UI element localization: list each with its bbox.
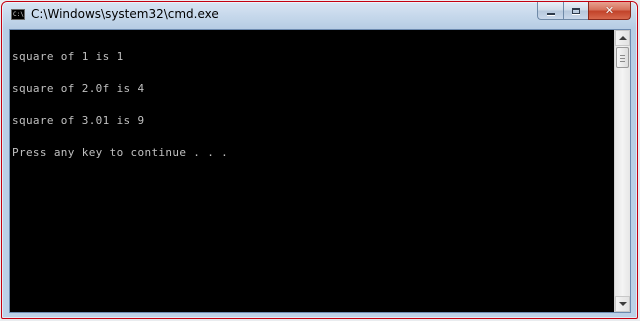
- grip-icon: [620, 55, 625, 62]
- cmd-window: C:\ C:\Windows\system32\cmd.exe ✕ square…: [1, 1, 638, 319]
- scroll-up-button[interactable]: [615, 30, 630, 46]
- console-line: square of 1 is 1: [12, 50, 124, 64]
- scroll-down-button[interactable]: [615, 296, 630, 312]
- console-line: square of 2.0f is 4: [12, 81, 145, 95]
- console-text: square of 1 is 1 square of 2.0f is 4 squ…: [12, 31, 612, 179]
- maximize-button[interactable]: [563, 2, 588, 20]
- vertical-scrollbar[interactable]: [614, 30, 630, 312]
- close-icon: ✕: [604, 4, 615, 17]
- title-bar[interactable]: C:\ C:\Windows\system32\cmd.exe ✕: [2, 2, 637, 29]
- scroll-thumb[interactable]: [616, 47, 629, 68]
- console-line: Press any key to continue . . .: [12, 145, 229, 159]
- window-title: C:\Windows\system32\cmd.exe: [31, 7, 219, 21]
- scroll-up-arrow-icon: [618, 36, 627, 40]
- console-line: square of 3.01 is 9: [12, 113, 145, 127]
- close-button[interactable]: ✕: [588, 2, 631, 20]
- command-prompt-icon[interactable]: C:\: [11, 9, 25, 20]
- minimize-button[interactable]: [537, 2, 563, 20]
- scroll-down-arrow-icon: [618, 302, 627, 306]
- minimize-icon: [546, 12, 555, 15]
- caption-buttons: ✕: [537, 2, 631, 20]
- console-output[interactable]: square of 1 is 1 square of 2.0f is 4 squ…: [9, 29, 631, 313]
- maximize-icon: [572, 7, 580, 14]
